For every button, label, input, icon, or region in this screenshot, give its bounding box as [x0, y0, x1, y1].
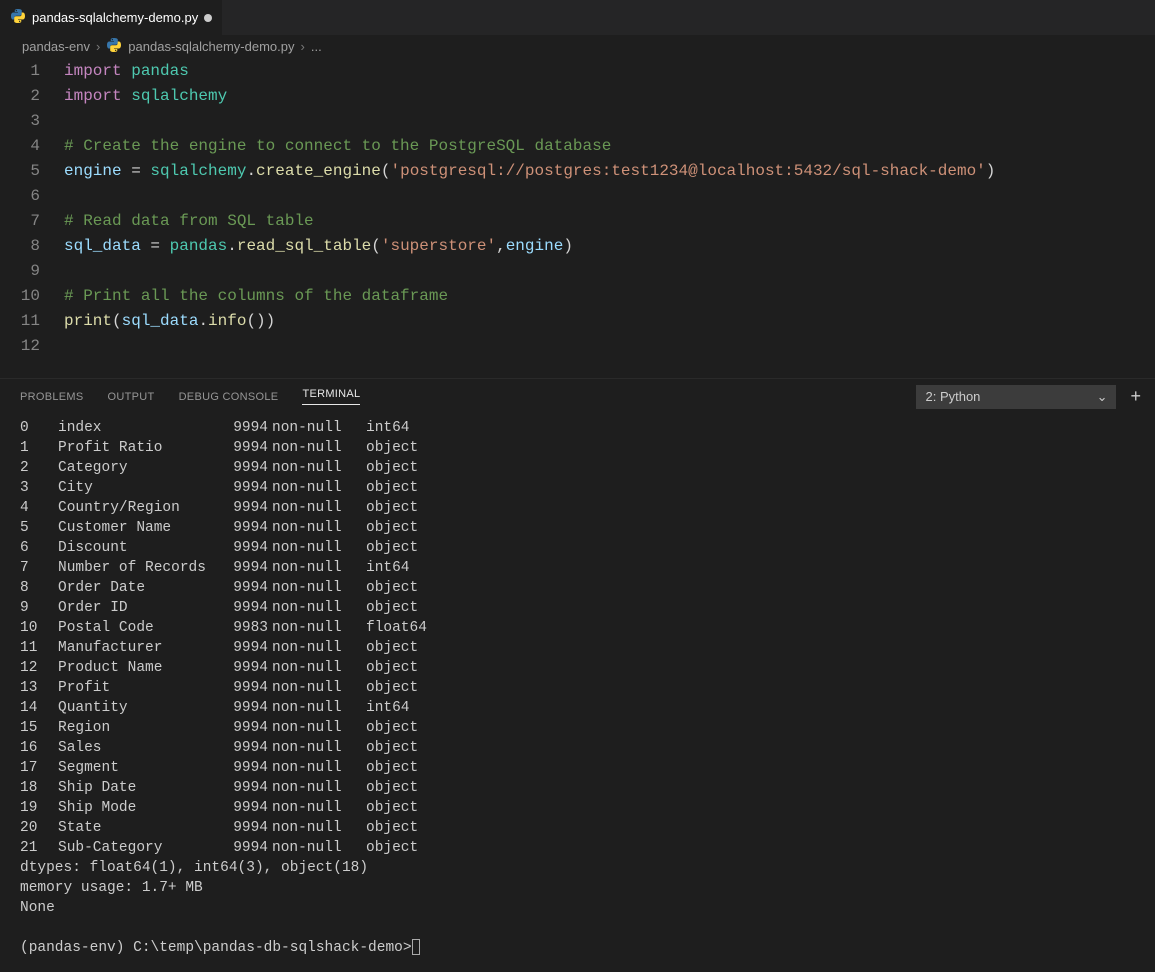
panel-tab-bar: PROBLEMS OUTPUT DEBUG CONSOLE TERMINAL 2…: [0, 379, 1155, 414]
terminal-selector-value: 2: Python: [925, 389, 980, 404]
terminal-row: 21Sub-Category9994 non-nullobject: [20, 838, 1135, 858]
tab-debug-console[interactable]: DEBUG CONSOLE: [179, 391, 279, 403]
terminal-line: None: [20, 898, 1135, 918]
terminal-row: 0index9994 non-nullint64: [20, 418, 1135, 438]
terminal-line: dtypes: float64(1), int64(3), object(18): [20, 858, 1135, 878]
terminal-row: 19Ship Mode9994 non-nullobject: [20, 798, 1135, 818]
terminal-row: 9Order ID9994 non-nullobject: [20, 598, 1135, 618]
terminal-row: 6Discount9994 non-nullobject: [20, 538, 1135, 558]
terminal-row: 18Ship Date9994 non-nullobject: [20, 778, 1135, 798]
terminal-selector[interactable]: 2: Python ⌄: [916, 385, 1116, 409]
tab-bar: pandas-sqlalchemy-demo.py: [0, 0, 1155, 35]
terminal-row: 5Customer Name9994 non-nullobject: [20, 518, 1135, 538]
terminal-prompt[interactable]: (pandas-env) C:\temp\pandas-db-sqlshack-…: [20, 938, 1135, 958]
breadcrumb-file[interactable]: pandas-sqlalchemy-demo.py: [128, 39, 294, 54]
terminal-row: 12Product Name9994 non-nullobject: [20, 658, 1135, 678]
tab-terminal[interactable]: TERMINAL: [302, 388, 360, 405]
new-terminal-button[interactable]: +: [1130, 386, 1141, 407]
chevron-right-icon: ›: [96, 39, 100, 54]
code-content[interactable]: import pandasimport sqlalchemy # Create …: [58, 59, 1155, 359]
chevron-right-icon: ›: [301, 39, 305, 54]
terminal-row: 20State9994 non-nullobject: [20, 818, 1135, 838]
python-file-icon: [106, 37, 122, 56]
chevron-down-icon: ⌄: [1097, 389, 1108, 405]
terminal-row: 17Segment9994 non-nullobject: [20, 758, 1135, 778]
code-editor[interactable]: 123456789101112 import pandasimport sqla…: [0, 57, 1155, 359]
bottom-panel: PROBLEMS OUTPUT DEBUG CONSOLE TERMINAL 2…: [0, 378, 1155, 972]
python-file-icon: [10, 8, 26, 27]
terminal-row: 8Order Date9994 non-nullobject: [20, 578, 1135, 598]
tab-problems[interactable]: PROBLEMS: [20, 391, 84, 403]
terminal-row: 15Region9994 non-nullobject: [20, 718, 1135, 738]
terminal-row: 13Profit9994 non-nullobject: [20, 678, 1135, 698]
tab-filename: pandas-sqlalchemy-demo.py: [32, 10, 198, 25]
terminal-line: memory usage: 1.7+ MB: [20, 878, 1135, 898]
terminal-row: 4Country/Region9994 non-nullobject: [20, 498, 1135, 518]
line-number-gutter: 123456789101112: [0, 59, 58, 359]
unsaved-dot-icon: [204, 14, 212, 22]
breadcrumb-trail[interactable]: ...: [311, 39, 322, 54]
terminal-row: 11Manufacturer9994 non-nullobject: [20, 638, 1135, 658]
breadcrumb-folder[interactable]: pandas-env: [22, 39, 90, 54]
terminal-row: 1Profit Ratio9994 non-nullobject: [20, 438, 1135, 458]
terminal-row: 7Number of Records9994 non-nullint64: [20, 558, 1135, 578]
cursor-icon: [412, 939, 420, 955]
terminal-row: 3City9994 non-nullobject: [20, 478, 1135, 498]
terminal-row: 2Category9994 non-nullobject: [20, 458, 1135, 478]
editor-tab[interactable]: pandas-sqlalchemy-demo.py: [0, 0, 222, 35]
breadcrumb[interactable]: pandas-env › pandas-sqlalchemy-demo.py ›…: [0, 35, 1155, 57]
terminal-row: 14Quantity9994 non-nullint64: [20, 698, 1135, 718]
terminal-output[interactable]: 0index9994 non-nullint64 1Profit Ratio99…: [0, 414, 1155, 972]
terminal-row: 10Postal Code9983 non-nullfloat64: [20, 618, 1135, 638]
terminal-row: 16Sales9994 non-nullobject: [20, 738, 1135, 758]
tab-output[interactable]: OUTPUT: [108, 391, 155, 403]
